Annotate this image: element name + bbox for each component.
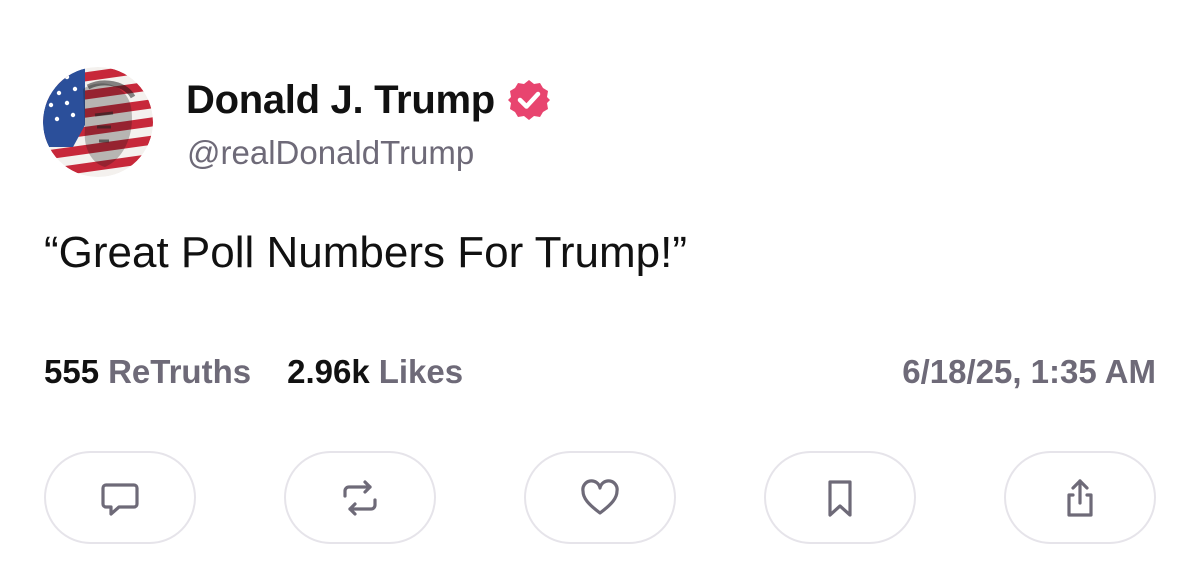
post-timestamp: 6/18/25, 1:35 AM — [902, 353, 1156, 390]
avatar[interactable] — [43, 67, 153, 177]
repost-icon — [343, 479, 377, 516]
post-stats: 555 ReTruths 2.96k Likes — [44, 352, 499, 392]
retruths-count: 555 — [44, 353, 100, 390]
bookmark-icon — [828, 479, 852, 517]
comment-icon — [101, 482, 139, 516]
likes-label: Likes — [378, 353, 464, 390]
share-icon — [1067, 478, 1093, 517]
flag-portrait-avatar-icon — [43, 67, 153, 177]
retruth-button[interactable] — [284, 451, 436, 544]
reply-button[interactable] — [44, 451, 196, 544]
author-display-name[interactable]: Donald J. Trump — [186, 78, 495, 123]
heart-icon — [581, 478, 619, 515]
retruths-stat[interactable]: 555 ReTruths — [44, 353, 251, 391]
share-button[interactable] — [1004, 451, 1156, 544]
like-button[interactable] — [524, 451, 676, 544]
action-bar — [44, 451, 1156, 544]
author-handle[interactable]: @realDonaldTrump — [187, 134, 474, 172]
retruths-label: ReTruths — [108, 353, 252, 390]
likes-stat[interactable]: 2.96k Likes — [287, 353, 463, 391]
post-text: “Great Poll Numbers For Trump!” — [44, 228, 688, 277]
likes-count: 2.96k — [287, 353, 370, 390]
bookmark-button[interactable] — [764, 451, 916, 544]
verified-badge-icon — [507, 78, 551, 122]
author-name-row: Donald J. Trump — [186, 76, 551, 124]
